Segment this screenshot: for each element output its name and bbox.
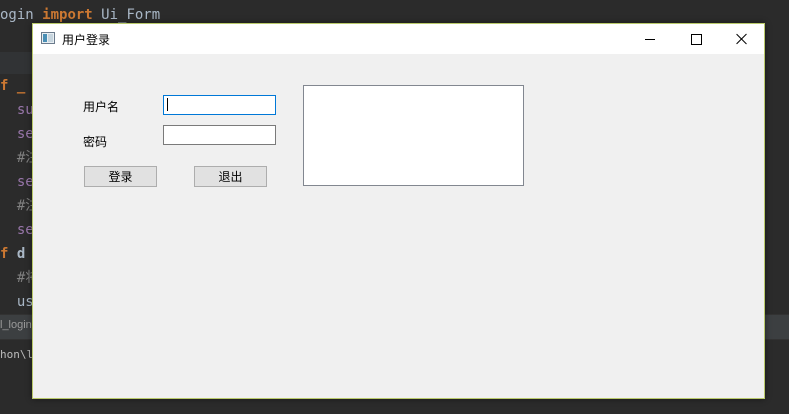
close-button[interactable] (719, 24, 765, 54)
ide-code-line: ogin import Ui_Form (0, 7, 160, 23)
ide-code-token: ogin (0, 7, 43, 23)
login-form: 用户名 密码 (33, 54, 764, 398)
ide-code-token: Ui_Form (92, 7, 161, 23)
exit-button[interactable]: 退出 (194, 166, 267, 187)
ide-code-token: f (0, 246, 17, 262)
output-text-box[interactable] (303, 85, 524, 186)
ide-console-text: hon\l (0, 348, 34, 361)
ide-code-token: f (0, 78, 17, 94)
login-button[interactable]: 登录 (84, 166, 157, 187)
password-label: 密码 (83, 135, 108, 149)
minimize-button[interactable] (627, 24, 673, 54)
ide-code-token: su (0, 102, 34, 118)
ide-code-token: us (0, 294, 34, 310)
ide-code-line: se (0, 126, 34, 142)
username-input[interactable] (163, 95, 276, 115)
ide-code-token: se (0, 174, 34, 190)
ide-code-line: f d (0, 246, 25, 262)
ide-code-token: _ (16, 78, 26, 94)
ide-code-token: d (16, 246, 26, 262)
maximize-icon (690, 33, 702, 45)
ide-file-tab[interactable]: l_login (0, 319, 32, 331)
ide-code-line: se (0, 174, 34, 190)
title-bar[interactable]: 用户登录 (33, 24, 764, 54)
ide-code-line: se (0, 222, 34, 238)
ide-code-token: import (42, 7, 93, 23)
close-icon (736, 33, 748, 45)
minimize-icon (645, 38, 655, 40)
ide-code-line: f _ (0, 78, 25, 94)
username-label: 用户名 (83, 100, 120, 114)
password-input[interactable] (163, 125, 276, 145)
maximize-button[interactable] (673, 24, 719, 54)
ide-code-token: se (0, 222, 34, 238)
ide-code-token: se (0, 126, 34, 142)
text-cursor (167, 98, 168, 111)
login-window: 用户登录 用户名 密码 登录 退出 (32, 23, 765, 399)
window-title: 用户登录 (62, 33, 111, 47)
ide-code-line: us (0, 294, 34, 310)
ide-code-line: su (0, 102, 34, 118)
app-icon (41, 32, 55, 44)
